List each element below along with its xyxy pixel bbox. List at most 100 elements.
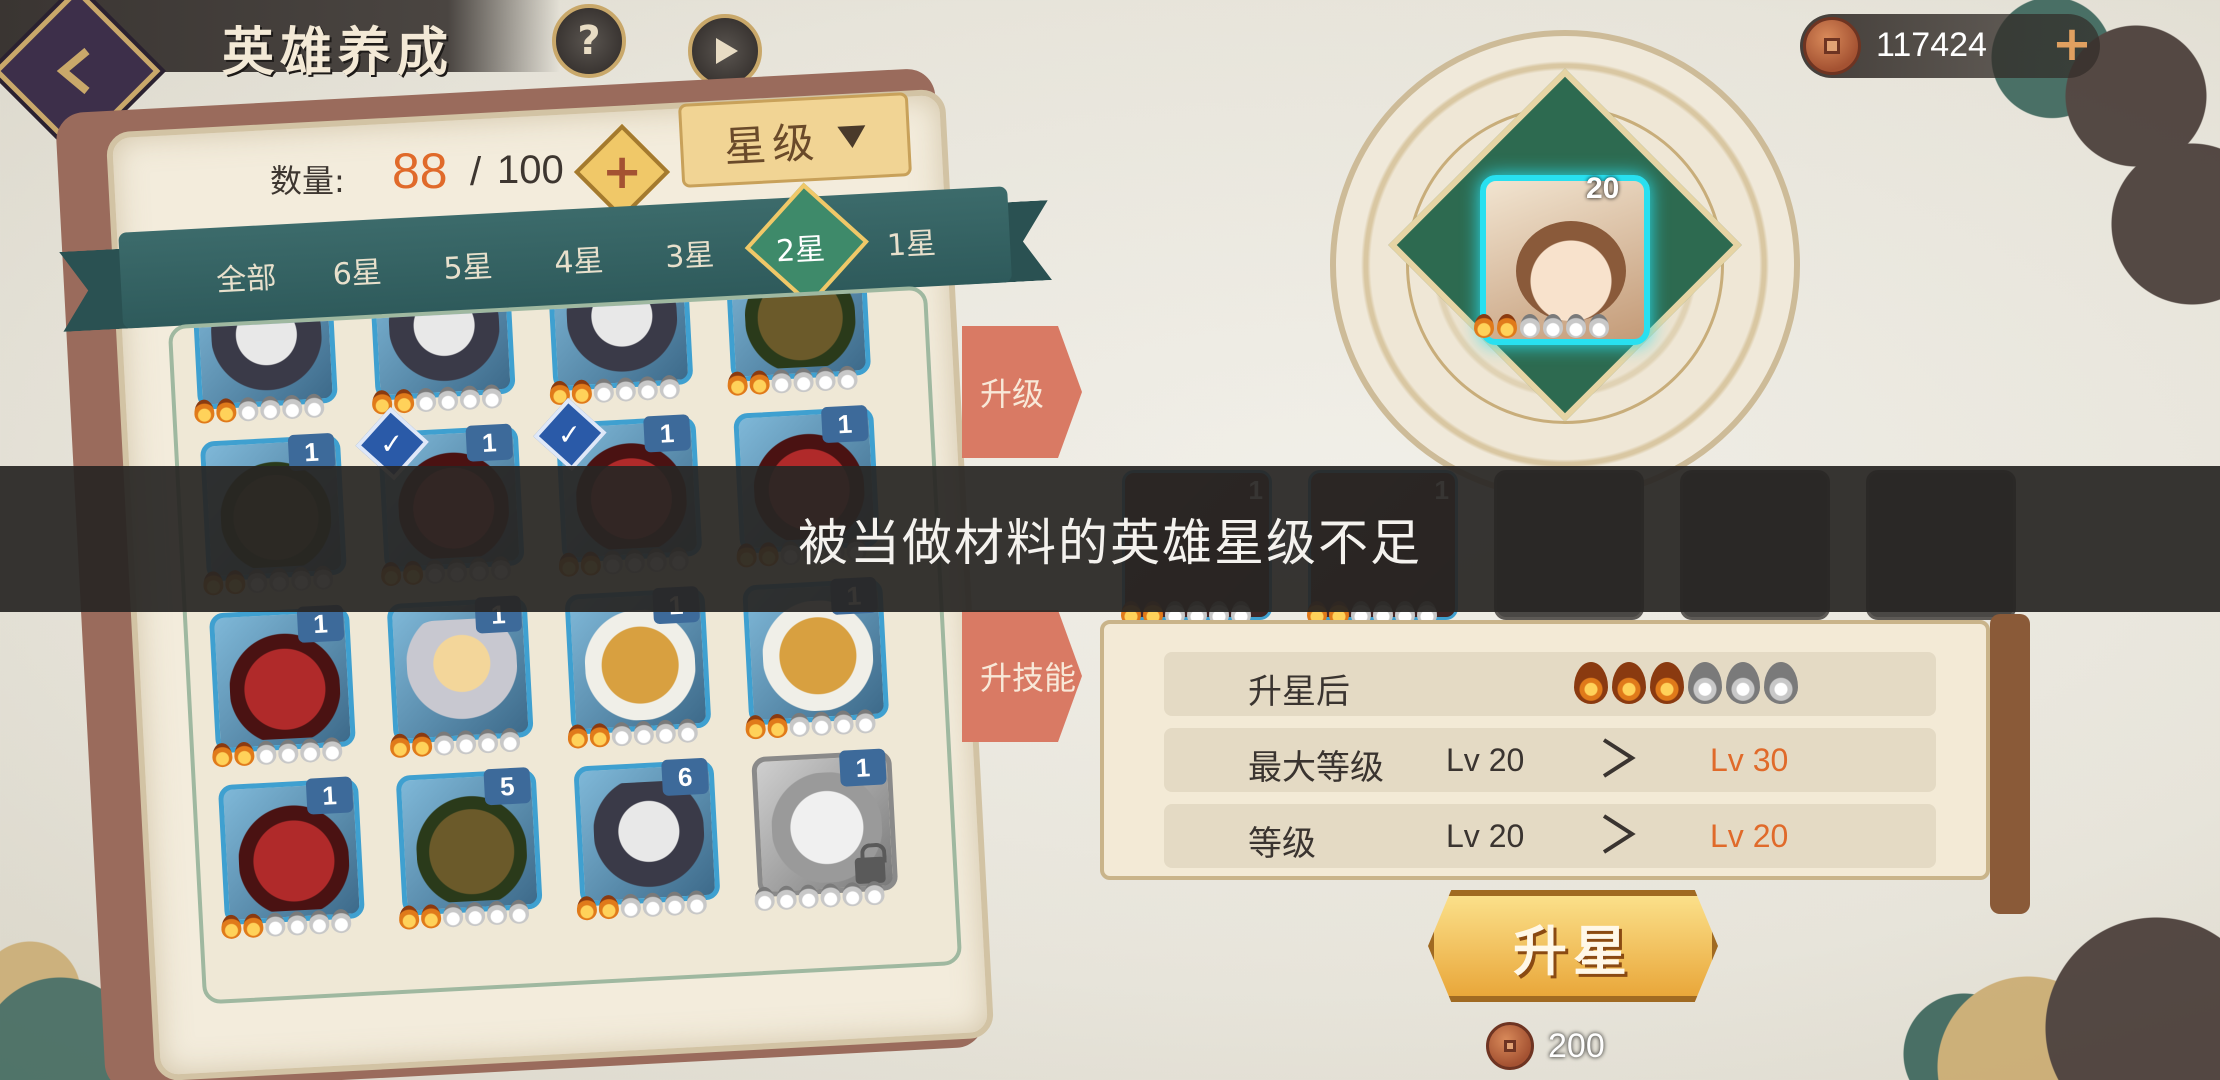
info-row-level: 等级 Lv 20 Lv 20 — [1164, 804, 1936, 868]
star-empty-icon — [593, 378, 615, 404]
star-filled-icon — [576, 895, 598, 921]
star-empty-icon — [775, 885, 798, 911]
star-filled-icon — [211, 742, 233, 768]
play-icon — [716, 38, 738, 64]
star-empty-icon — [792, 367, 815, 393]
star-empty-icon — [863, 880, 886, 906]
star-empty-icon — [281, 394, 303, 420]
arrow-right-icon — [1602, 814, 1636, 854]
tab-1-star[interactable]: 1星 — [855, 216, 968, 266]
star-filled-icon — [748, 369, 771, 395]
tab-4-star[interactable]: 4星 — [522, 234, 635, 284]
star-empty-icon — [237, 396, 259, 422]
hero-level-badge: 1 — [465, 423, 514, 462]
hero-card[interactable]: 1 — [208, 604, 357, 768]
coin-icon — [1803, 17, 1861, 75]
star-filled-icon — [193, 399, 215, 425]
star-empty-icon — [841, 881, 864, 907]
star-empty-icon — [659, 374, 681, 400]
star-filled-icon — [1650, 662, 1684, 704]
hero-card[interactable] — [724, 285, 872, 397]
star-filled-icon — [567, 723, 589, 749]
selected-hero-level: 20 — [1586, 172, 1620, 205]
tab-upgrade[interactable]: 升级 — [962, 326, 1082, 458]
tab-all[interactable]: 全部 — [190, 251, 303, 301]
star-empty-icon — [330, 908, 352, 934]
hero-card[interactable]: 1 — [217, 776, 366, 940]
star-filled-icon — [220, 914, 242, 940]
hero-portrait — [404, 616, 521, 733]
info-row-after-star: 升星后 — [1164, 652, 1936, 716]
tab-6-star[interactable]: 6星 — [300, 246, 413, 296]
hero-level-badge: 5 — [483, 767, 532, 806]
hero-portrait — [582, 607, 698, 723]
hero-portrait — [226, 625, 343, 742]
tab-skill-upgrade[interactable]: 升技能 — [962, 610, 1082, 742]
star-empty-icon — [770, 368, 793, 394]
back-arrow-icon — [56, 47, 90, 95]
star-filled-icon — [1612, 662, 1646, 704]
star-empty-icon — [308, 909, 330, 935]
add-currency-button[interactable]: + — [2048, 20, 2096, 70]
page-title: 英雄养成 — [222, 23, 455, 83]
max-level-to: Lv 30 — [1710, 742, 1789, 778]
coin-icon — [1486, 1022, 1534, 1070]
star-empty-icon — [508, 899, 530, 925]
tab-2-star[interactable]: 2星 — [744, 182, 869, 307]
star-empty-icon — [486, 900, 508, 926]
star-empty-icon — [1726, 662, 1760, 704]
currency-amount: 117424 — [1876, 26, 1987, 64]
hero-portrait — [760, 597, 876, 714]
hero-portrait — [591, 779, 707, 895]
info-row-max-level: 最大等级 Lv 20 Lv 30 — [1164, 728, 1936, 792]
tab-3-star[interactable]: 3星 — [633, 228, 746, 278]
star-filled-icon — [744, 714, 767, 740]
hero-portrait — [413, 788, 530, 904]
star-empty-icon — [321, 736, 343, 762]
star-empty-icon — [264, 912, 286, 938]
star-upgrade-label: 升星 — [1513, 919, 1633, 983]
star-empty-icon — [277, 739, 299, 765]
toast-text: 被当做材料的英雄星级不足 — [798, 514, 1422, 572]
help-button[interactable]: ? — [552, 4, 626, 78]
star-empty-icon — [615, 376, 637, 402]
star-empty-icon — [415, 387, 437, 413]
star-empty-icon — [259, 395, 281, 421]
hero-level-badge: 6 — [661, 757, 709, 797]
star-empty-icon — [810, 711, 833, 737]
star-filled-icon — [598, 894, 620, 920]
star-empty-icon — [836, 365, 859, 391]
star-upgrade-button[interactable]: 升星 — [1428, 890, 1718, 1002]
star-empty-icon — [459, 385, 481, 411]
star-empty-icon — [255, 740, 277, 766]
star-empty-icon — [677, 718, 699, 744]
star-empty-icon — [753, 886, 776, 912]
hero-card[interactable]: 5 — [395, 767, 544, 931]
hero-grid: 11✓1✓111111561 — [167, 285, 963, 1005]
star-filled-icon — [766, 713, 789, 739]
star-empty-icon — [797, 884, 820, 910]
upgrade-cost: 200 — [1486, 1018, 1605, 1074]
star-empty-icon — [642, 892, 664, 918]
star-empty-icon — [1543, 314, 1563, 338]
star-filled-icon — [389, 733, 411, 759]
star-empty-icon — [286, 910, 308, 936]
star-filled-icon — [571, 379, 593, 405]
sort-label: 星级 — [722, 117, 822, 172]
tab-5-star[interactable]: 5星 — [411, 240, 524, 290]
star-filled-icon — [393, 388, 415, 414]
hero-level-badge: 1 — [305, 776, 354, 815]
star-empty-icon — [1589, 314, 1609, 338]
star-empty-icon — [303, 393, 325, 419]
level-label: 等级 — [1248, 824, 1316, 864]
star-empty-icon — [655, 719, 677, 745]
star-empty-icon — [637, 375, 659, 401]
hero-face — [1516, 221, 1626, 321]
star-empty-icon — [433, 730, 455, 756]
hero-card[interactable]: 6 — [573, 757, 721, 921]
star-empty-icon — [819, 882, 842, 908]
currency-bar: 117424 + — [1800, 14, 2100, 78]
hero-card[interactable]: 1 — [386, 595, 535, 759]
hero-level-badge: 1 — [838, 748, 887, 787]
hero-card[interactable]: 1 — [751, 748, 899, 912]
